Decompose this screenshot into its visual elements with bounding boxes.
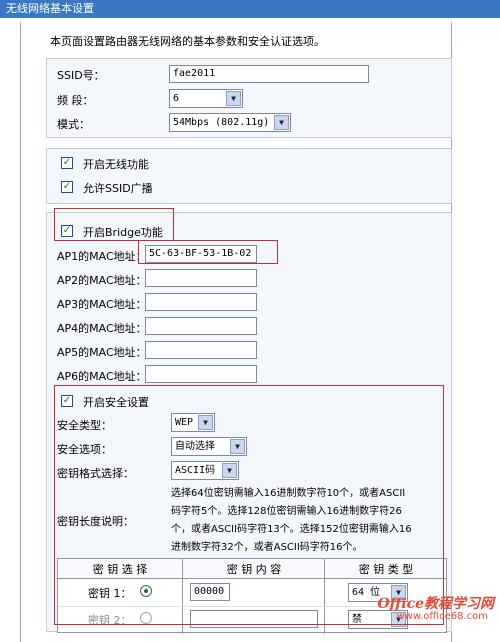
enable-wireless-checkbox[interactable]: ✓ xyxy=(61,157,73,169)
window-title-bar: 无线网络基本设置 xyxy=(0,0,500,18)
mode-select[interactable]: 54Mbps (802.11g) ▼ xyxy=(169,113,291,132)
ap5-mac-label: AP5的MAC地址： xyxy=(57,346,147,359)
chevron-down-icon[interactable]: ▼ xyxy=(274,115,289,130)
channel-value: 6 xyxy=(173,93,180,104)
ap6-mac-label: AP6的MAC地址： xyxy=(57,370,147,383)
wireless-options-panel: ✓ 开启无线功能 ✓ 允许SSID广播 xyxy=(46,148,452,204)
ssid-label: SSID号： xyxy=(57,69,105,82)
ap3-mac-label: AP3的MAC地址： xyxy=(57,298,147,311)
chevron-down-icon[interactable]: ▼ xyxy=(226,91,241,106)
page-description: 本页面设置路由器无线网络的基本参数和安全认证选项。 xyxy=(50,35,325,48)
ap4-mac-label: AP4的MAC地址： xyxy=(57,322,147,335)
channel-select[interactable]: 6 ▼ xyxy=(169,89,243,108)
ap2-mac-input[interactable] xyxy=(145,269,257,287)
security-section-highlight xyxy=(54,385,444,625)
ssid-broadcast-label: 允许SSID广播 xyxy=(83,182,153,195)
mode-value: 54Mbps (802.11g) xyxy=(173,117,270,128)
enable-wireless-label: 开启无线功能 xyxy=(83,158,149,171)
watermark-url: www.office68.com xyxy=(396,611,489,622)
ap2-mac-label: AP2的MAC地址： xyxy=(57,274,147,287)
ap4-mac-input[interactable] xyxy=(145,317,257,335)
ssid-broadcast-checkbox[interactable]: ✓ xyxy=(61,181,73,193)
ap1-mac-label: AP1的MAC地址： xyxy=(57,250,147,263)
ssid-input[interactable]: fae2011 xyxy=(169,65,369,83)
basic-settings-panel: SSID号： fae2011 频 段： 6 ▼ 模式： 54Mbps (802.… xyxy=(46,58,452,138)
channel-label: 频 段： xyxy=(57,94,94,107)
watermark-brand: Office教程学习网 xyxy=(377,596,494,612)
ap5-mac-input[interactable] xyxy=(145,341,257,359)
ap1-mac-highlight xyxy=(138,240,278,264)
bridge-checkbox-highlight xyxy=(54,208,174,241)
window-title: 无线网络基本设置 xyxy=(6,2,94,15)
ap3-mac-input[interactable] xyxy=(145,293,257,311)
mode-label: 模式： xyxy=(57,118,90,131)
ap6-mac-input[interactable] xyxy=(145,365,257,383)
